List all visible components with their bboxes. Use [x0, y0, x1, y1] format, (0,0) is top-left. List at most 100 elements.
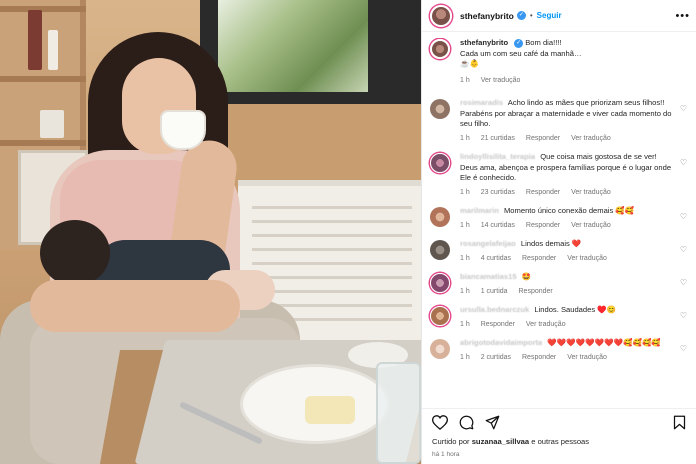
heart-icon[interactable]: ♡ [680, 278, 687, 287]
reply-link[interactable]: Responder [522, 354, 556, 361]
avatar[interactable] [430, 153, 450, 173]
separator: • [529, 11, 533, 20]
comment-username[interactable]: rosangelafeijao [460, 239, 516, 248]
comment-time: 1 h [460, 254, 470, 262]
cheese [305, 396, 355, 424]
heart-icon[interactable]: ♡ [680, 245, 687, 254]
post-time: há 1 hora [432, 451, 460, 458]
avatar[interactable] [430, 99, 450, 119]
heart-icon[interactable]: ♡ [680, 104, 687, 113]
heart-icon[interactable]: ♡ [680, 311, 687, 320]
comment-likes[interactable]: 1 curtida [481, 288, 508, 295]
avatar[interactable] [430, 4, 452, 27]
window-view [218, 0, 368, 92]
post-actions [422, 408, 696, 436]
comment-likes[interactable]: 2 curtidas [481, 354, 511, 361]
liked-by-prefix: Curtido por [432, 437, 470, 446]
translate-link[interactable]: Ver tradução [571, 222, 611, 229]
comment-likes[interactable]: 14 curtidas [481, 222, 515, 229]
reply-link[interactable]: Responder [522, 255, 556, 262]
comment-time: 1 h [460, 320, 470, 328]
liked-by-suffix[interactable]: e outras pessoas [531, 437, 589, 446]
avatar[interactable] [430, 339, 450, 359]
comment-list[interactable]: sthefanybrito ✓ Bom dia!!!! Cada um com s… [422, 38, 696, 406]
comment-item: abrigotodavidaimporta ❤️❤️❤️❤️❤️❤️❤️❤️🥰🥰… [422, 338, 696, 363]
comment-text: 🤩 [521, 272, 532, 281]
comment-text: Cada um com seu café da manhã… [460, 48, 582, 58]
comment-username[interactable]: sthefanybrito [460, 38, 508, 47]
comment-text: Momento único conexão demais 🥰🥰 [503, 206, 635, 215]
translate-link[interactable]: Ver tradução [567, 255, 607, 262]
comment-time: 1 h [460, 221, 470, 229]
post-photo[interactable] [0, 0, 421, 464]
comment-icon[interactable] [456, 413, 476, 433]
shelf-object [48, 30, 58, 70]
post-username[interactable]: sthefanybrito [460, 11, 514, 21]
comment-time: 1 h [460, 76, 470, 84]
comment-time: 1 h [460, 287, 470, 295]
comment-text: ☕👶 [460, 59, 479, 68]
reply-link[interactable]: Responder [519, 288, 553, 295]
comment-time: 1 h [460, 134, 470, 142]
heart-icon[interactable]: ♡ [680, 212, 687, 221]
coffee-cup [160, 110, 206, 150]
comment-username[interactable]: abrigotodavidaimporta [460, 338, 542, 347]
comment-text: Bom dia!!!! [525, 38, 562, 47]
avatar[interactable] [430, 273, 450, 293]
comment-item: lindoyllisilita_terapia Que coisa mais g… [422, 152, 696, 198]
comment-item: rosangelafeijao Lindos demais ❤️ 1 h 4 c… [422, 239, 696, 264]
shelf-object [28, 10, 42, 70]
post-sidebar: sthefanybrito ✓ • Seguir ••• sthefanybri… [421, 0, 696, 464]
reply-link[interactable]: Responder [481, 321, 515, 328]
heart-icon[interactable] [430, 413, 450, 433]
comment-time: 1 h [460, 353, 470, 361]
more-options-icon[interactable]: ••• [675, 10, 690, 22]
avatar[interactable] [430, 240, 450, 260]
comment-username[interactable]: rosimaradis [460, 98, 503, 107]
translate-link[interactable]: Ver tradução [571, 189, 611, 196]
post-header: sthefanybrito ✓ • Seguir ••• [422, 0, 696, 32]
liked-by: Curtido por suzanaa_sillvaa e outras pes… [432, 437, 589, 446]
reply-link[interactable]: Responder [526, 135, 560, 142]
reply-link[interactable]: Responder [526, 189, 560, 196]
caption: sthefanybrito ✓ Bom dia!!!! Cada um com s… [422, 38, 696, 86]
comment-likes[interactable]: 23 curtidas [481, 189, 515, 196]
comment-username[interactable]: ursulla.bednarczuk [460, 305, 529, 314]
avatar[interactable] [430, 306, 450, 326]
comment-username[interactable]: biancamatias15 [460, 272, 517, 281]
reply-link[interactable]: Responder [526, 222, 560, 229]
shelf-board [0, 76, 86, 82]
avatar[interactable] [430, 207, 450, 227]
comment-time: 1 h [460, 188, 470, 196]
verified-icon: ✓ [516, 11, 526, 20]
comment-text: Lindos. Saudades ♥️😊 [534, 305, 617, 314]
woman-arm [30, 280, 240, 332]
bookmark-icon[interactable] [669, 413, 689, 433]
drinking-glass [376, 362, 421, 464]
baby-head [40, 220, 110, 286]
comment-text: ❤️❤️❤️❤️❤️❤️❤️❤️🥰🥰🥰🥰 [547, 338, 661, 347]
comment-item: rosimaradis Acho lindo as mães que prior… [422, 98, 696, 144]
comment-username[interactable]: lindoyllisilita_terapia [460, 152, 535, 161]
comment-item: marilmarin Momento único conexão demais … [422, 206, 696, 231]
heart-icon[interactable]: ♡ [680, 344, 687, 353]
comment-username[interactable]: marilmarin [460, 206, 499, 215]
comment-item: ursulla.bednarczuk Lindos. Saudades ♥️😊 … [422, 305, 696, 330]
send-icon[interactable] [482, 413, 502, 433]
translate-link[interactable]: Ver tradução [481, 77, 521, 84]
comment-likes[interactable]: 4 curtidas [481, 255, 511, 262]
comment-text: Lindos demais ❤️ [520, 239, 582, 248]
translate-link[interactable]: Ver tradução [526, 321, 566, 328]
comment-likes[interactable]: 21 curtidas [481, 135, 515, 142]
follow-button[interactable]: Seguir [537, 11, 562, 20]
translate-link[interactable]: Ver tradução [571, 135, 611, 142]
shelf-board [0, 6, 86, 12]
liked-by-user[interactable]: suzanaa_sillvaa [472, 437, 529, 446]
shelf-board [0, 140, 86, 146]
avatar[interactable] [430, 39, 450, 59]
window [200, 0, 421, 104]
verified-icon: ✓ [514, 38, 524, 48]
translate-link[interactable]: Ver tradução [567, 354, 607, 361]
heart-icon[interactable]: ♡ [680, 158, 687, 167]
wine-glasses [40, 110, 64, 138]
